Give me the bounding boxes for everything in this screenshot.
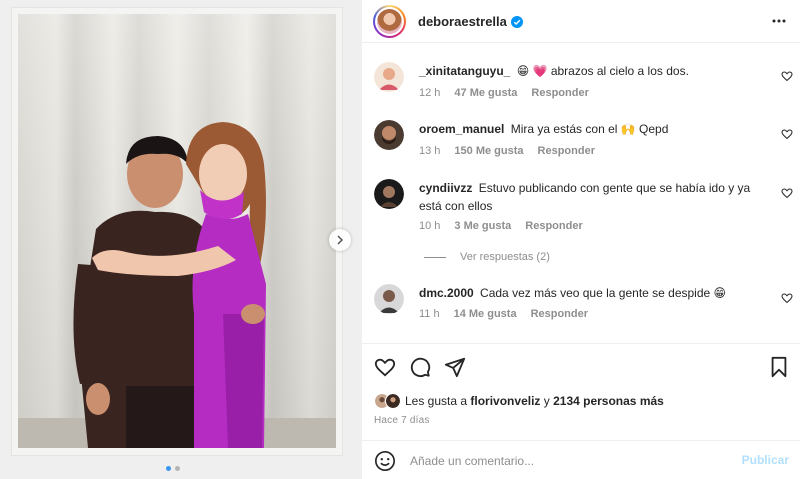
comment-avatar[interactable]	[374, 179, 404, 209]
author-username[interactable]: deboraestrella	[418, 14, 523, 29]
verified-badge-icon	[510, 15, 523, 28]
view-replies-button[interactable]: Ver respuestas (2)	[424, 251, 550, 263]
comment-text: _xinitatanguyu_ 😁 💗 abrazos al cielo a l…	[419, 62, 759, 80]
replies-divider	[424, 256, 446, 258]
comment-time[interactable]: 12 h	[419, 87, 440, 99]
likes-connector: y	[543, 394, 550, 408]
couple-illustration	[73, 122, 266, 448]
comment-meta: 12 h 47 Me gusta Responder	[419, 87, 589, 99]
comment-text: oroem_manuel Mira ya estás con el 🙌 Qepd	[419, 120, 759, 138]
comment-username[interactable]: oroem_manuel	[419, 122, 504, 136]
comment-bubble-icon[interactable]	[409, 356, 431, 378]
comment-likes[interactable]: 3 Me gusta	[454, 220, 511, 232]
like-heart-icon[interactable]	[374, 356, 396, 378]
post-header: deboraestrella	[362, 0, 800, 43]
liker-username[interactable]: florivonveliz	[470, 394, 540, 408]
comment-username[interactable]: dmc.2000	[419, 286, 474, 300]
action-icons	[374, 356, 466, 378]
likes-others-count[interactable]: 2134 personas más	[553, 394, 664, 408]
more-horizontal-icon	[772, 19, 786, 23]
comment-content: Cada vez más veo que la gente se despide…	[480, 286, 727, 300]
post-photo[interactable]	[18, 14, 336, 448]
comment-meta: 13 h 150 Me gusta Responder	[419, 145, 595, 157]
comment-input[interactable]	[410, 451, 710, 471]
comments-list: _xinitatanguyu_ 😁 💗 abrazos al cielo a l…	[362, 44, 800, 342]
likes-summary[interactable]: Les gusta a florivonveliz y 2134 persona…	[374, 393, 664, 409]
comment-text: dmc.2000 Cada vez más veo que la gente s…	[419, 284, 759, 302]
comment-avatar[interactable]	[374, 62, 404, 92]
chevron-right-icon	[337, 235, 344, 245]
reply-button[interactable]: Responder	[531, 87, 588, 99]
reply-button[interactable]: Responder	[531, 308, 588, 320]
comment-content: 😁 💗 abrazos al cielo a los dos.	[516, 64, 689, 78]
comment-text: cyndiivzz Estuvo publicando con gente qu…	[419, 179, 759, 215]
comment-avatar[interactable]	[374, 120, 404, 150]
emoji-smiley-icon[interactable]	[374, 450, 396, 472]
comment-likes[interactable]: 14 Me gusta	[454, 308, 517, 320]
carousel-dot	[175, 466, 180, 471]
comment-meta: 10 h 3 Me gusta Responder	[419, 220, 583, 232]
author-username-text[interactable]: deboraestrella	[418, 14, 507, 29]
carousel-dot-active	[166, 466, 171, 471]
comment-avatar[interactable]	[374, 284, 404, 314]
comment-time[interactable]: 11 h	[419, 308, 440, 320]
post-timestamp[interactable]: Hace 7 días	[374, 415, 430, 426]
comment-likes[interactable]: 150 Me gusta	[454, 145, 523, 157]
comment-content: Mira ya estás con el 🙌 Qepd	[510, 122, 669, 136]
share-paper-plane-icon[interactable]	[444, 356, 466, 378]
comment-time[interactable]: 13 h	[419, 145, 440, 157]
add-comment-bar: Publicar	[362, 440, 800, 479]
like-comment-heart-icon[interactable]	[781, 128, 793, 140]
reply-button[interactable]: Responder	[538, 145, 595, 157]
comment-username[interactable]: _xinitatanguyu_	[419, 64, 510, 78]
like-comment-heart-icon[interactable]	[781, 70, 793, 82]
post-details-panel: deboraestrella _xinitatanguyu_ 😁 💗 abraz…	[361, 0, 800, 479]
like-comment-heart-icon[interactable]	[781, 292, 793, 304]
publish-comment-button[interactable]: Publicar	[742, 453, 789, 467]
liker-avatar	[385, 393, 401, 409]
more-options-button[interactable]	[771, 13, 787, 29]
comment-time[interactable]: 10 h	[419, 220, 440, 232]
post-media-pane	[0, 0, 361, 479]
author-avatar[interactable]	[373, 5, 406, 38]
view-replies-label[interactable]: Ver respuestas (2)	[460, 251, 550, 263]
like-comment-heart-icon[interactable]	[781, 187, 793, 199]
comment-likes[interactable]: 47 Me gusta	[454, 87, 517, 99]
likes-text: Les gusta a florivonveliz y 2134 persona…	[405, 394, 664, 408]
post-actions-section: Les gusta a florivonveliz y 2134 persona…	[362, 343, 800, 439]
comment-username[interactable]: cyndiivzz	[419, 181, 472, 195]
save-bookmark-icon[interactable]	[769, 356, 789, 378]
reply-button[interactable]: Responder	[525, 220, 582, 232]
polaroid-frame	[12, 8, 342, 455]
next-slide-button[interactable]	[329, 229, 351, 251]
comment-meta: 11 h 14 Me gusta Responder	[419, 308, 588, 320]
carousel-indicator	[166, 466, 180, 471]
likes-prefix: Les gusta a	[405, 394, 468, 408]
